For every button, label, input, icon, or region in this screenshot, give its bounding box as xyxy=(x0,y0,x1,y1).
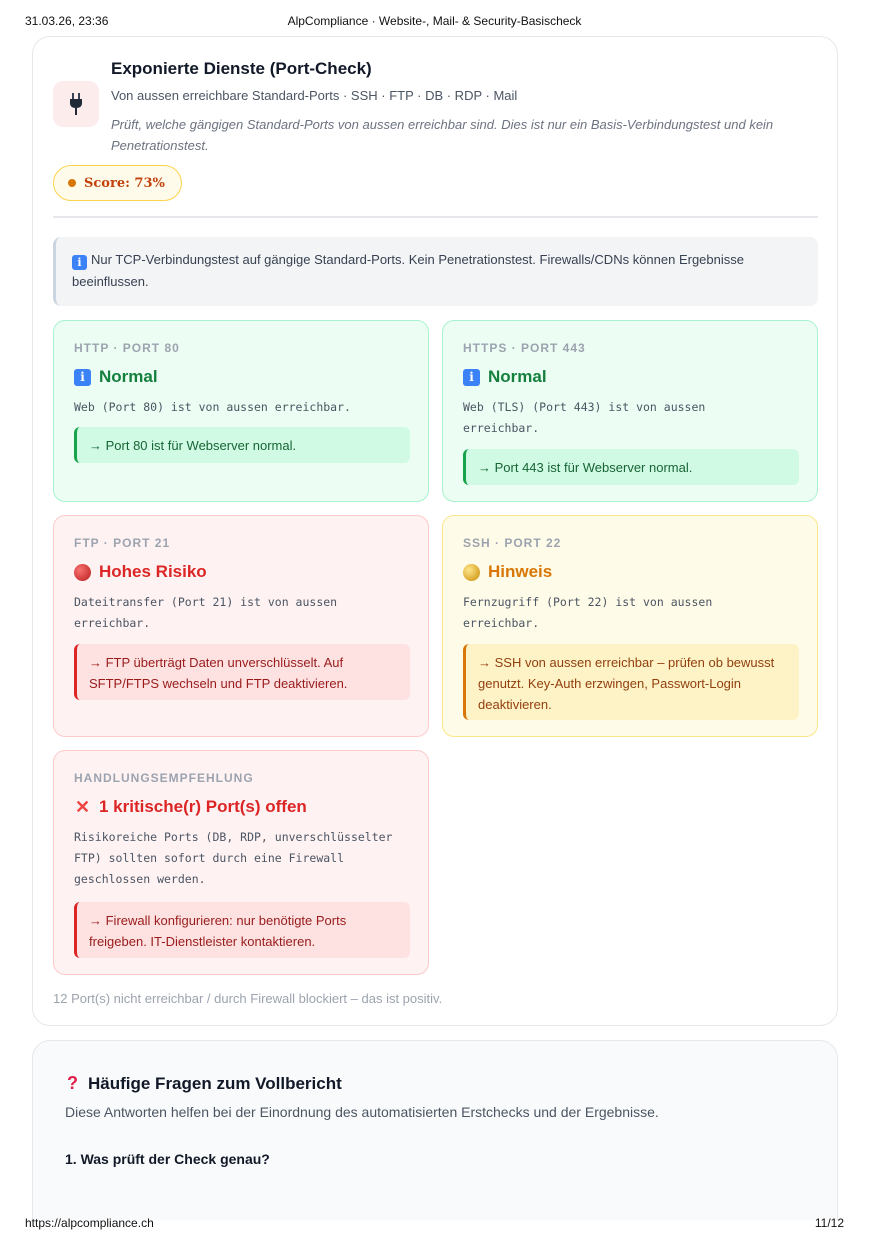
recommendation-label: HANDLUNGSEMPFEHLUNG xyxy=(74,771,254,785)
print-doc-title: AlpCompliance · Website-, Mail- & Securi… xyxy=(287,14,582,28)
port-status: Hinweis xyxy=(463,562,552,582)
port-label: FTP · PORT 21 xyxy=(74,536,171,550)
port-status: Hohes Risiko xyxy=(74,562,207,582)
score-dot-icon xyxy=(68,179,76,187)
port-label: SSH · PORT 22 xyxy=(463,536,562,550)
port-status-text: Normal xyxy=(99,367,158,386)
port-card-http: HTTP · PORT 80 i Normal Web (Port 80) is… xyxy=(53,320,429,502)
recommendation-note: → Firewall konfigurieren: nur benötigte … xyxy=(74,902,410,958)
port-note: → FTP überträgt Daten unverschlüsselt. A… xyxy=(74,644,410,700)
score-label: Score: 73% xyxy=(84,175,165,191)
port-status-text: Hohes Risiko xyxy=(99,562,207,581)
blocked-ports-note: 12 Port(s) nicht erreichbar / durch Fire… xyxy=(53,991,443,1006)
port-label: HTTP · PORT 80 xyxy=(74,341,180,355)
print-url: https://alpcompliance.ch xyxy=(25,1216,154,1230)
recommendation-status: ✕ 1 kritische(r) Port(s) offen xyxy=(74,797,307,817)
section-title: Exponierte Dienste (Port-Check) xyxy=(111,59,372,78)
info-icon: i xyxy=(72,255,87,270)
port-status: i Normal xyxy=(463,367,547,387)
section-subtitle: Von aussen erreichbare Standard-Ports · … xyxy=(111,88,518,103)
print-header: 31.03.26, 23:36 AlpCompliance · Website-… xyxy=(25,14,844,30)
port-description: Web (Port 80) ist von aussen erreichbar. xyxy=(74,400,351,414)
port-note: → Port 80 ist für Webserver normal. xyxy=(74,427,410,463)
info-text: Nur TCP-Verbindungstest auf gängige Stan… xyxy=(72,252,744,289)
port-note: → SSH von aussen erreichbar – prüfen ob … xyxy=(463,644,799,720)
print-footer: https://alpcompliance.ch 11/12 xyxy=(25,1216,844,1232)
port-description: Fernzugriff (Port 22) ist von aussen err… xyxy=(463,595,713,630)
port-card-ssh: SSH · PORT 22 Hinweis Fernzugriff (Port … xyxy=(442,515,818,737)
section-description: Prüft, welche gängigen Standard-Ports vo… xyxy=(111,117,774,153)
port-status-text: Hinweis xyxy=(488,562,553,581)
info-box: i Nur TCP-Verbindungstest auf gängige Sta… xyxy=(53,237,818,306)
page-number: 11/12 xyxy=(814,1216,844,1230)
recommendation-status-text: 1 kritische(r) Port(s) offen xyxy=(99,797,307,816)
faq-subtitle: Diese Antworten helfen bei der Einordnun… xyxy=(65,1104,659,1120)
faq-question: 1. Was prüft der Check genau? xyxy=(65,1151,270,1167)
faq-section: ? Häufige Fragen zum Vollbericht Diese A… xyxy=(32,1040,838,1220)
score-badge: Score: 73% xyxy=(53,165,182,201)
faq-title-text: Häufige Fragen zum Vollbericht xyxy=(88,1073,342,1093)
port-description: Web (TLS) (Port 443) ist von aussen erre… xyxy=(463,400,706,435)
recommendation-description: Risikoreiche Ports (DB, RDP, unverschlüs… xyxy=(74,830,393,886)
info-icon: i xyxy=(74,368,91,386)
port-card-https: HTTPS · PORT 443 i Normal Web (TLS) (Por… xyxy=(442,320,818,502)
info-icon: i xyxy=(463,368,480,386)
port-label: HTTPS · PORT 443 xyxy=(463,341,586,355)
yellow-circle-icon xyxy=(463,563,480,581)
divider xyxy=(53,216,818,218)
cross-icon: ✕ xyxy=(74,796,91,817)
faq-title: ? Häufige Fragen zum Vollbericht xyxy=(67,1073,342,1094)
port-description: Dateitransfer (Port 21) ist von aussen e… xyxy=(74,595,338,630)
port-card-ftp: FTP · PORT 21 Hohes Risiko Dateitransfer… xyxy=(53,515,429,737)
port-note: → Port 443 ist für Webserver normal. xyxy=(463,449,799,485)
port-status-text: Normal xyxy=(488,367,547,386)
question-icon: ? xyxy=(67,1073,78,1093)
port-status: i Normal xyxy=(74,367,158,387)
port-check-section: Exponierte Dienste (Port-Check) Von auss… xyxy=(32,36,838,1026)
recommendation-card: HANDLUNGSEMPFEHLUNG ✕ 1 kritische(r) Por… xyxy=(53,750,429,975)
plug-icon xyxy=(53,81,99,127)
red-circle-icon xyxy=(74,563,91,581)
